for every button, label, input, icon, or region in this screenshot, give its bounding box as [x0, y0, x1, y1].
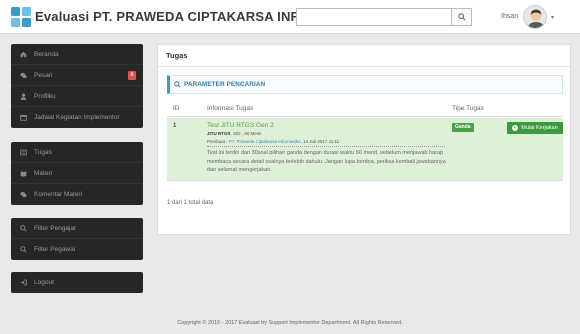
sidebar-item-label: Profilku	[34, 92, 56, 100]
page-title: Tugas	[158, 45, 570, 67]
sidebar-item-label: Jadwal Kegiatan Implementor	[34, 114, 120, 121]
task-icon	[18, 149, 28, 156]
divider	[207, 146, 445, 147]
sidebar-item-label: Logout	[34, 279, 54, 286]
sidebar-item-profilku[interactable]: Profilku	[11, 86, 143, 107]
search-icon	[18, 224, 28, 232]
sidebar-menu-main: Beranda Pesan 6 Profilku Jadwal Kegiatan…	[11, 44, 143, 128]
column-header-id: ID	[173, 105, 180, 112]
sidebar-item-label: Tugas	[34, 148, 52, 156]
sidebar-item-label: Komentar Materi	[34, 191, 83, 198]
user-icon	[18, 92, 28, 100]
search-parameter-label: PARAMETER PENCARIAN	[184, 81, 266, 88]
search-button[interactable]	[451, 9, 471, 25]
chevron-down-icon[interactable]: ▾	[551, 14, 554, 21]
table-row: 1 Test JITU RTGS Gen 2 JITU RTGS, S/D , …	[167, 118, 563, 181]
search-input[interactable]	[297, 9, 451, 25]
top-header: Evaluasi PT. PRAWEDA CIPTAKARSA INFORMAT…	[0, 0, 580, 34]
play-circle-icon	[512, 125, 519, 131]
sidebar-item-logout[interactable]: Logout	[11, 272, 143, 293]
creator-date: , 14 Juli 2017 11:11	[300, 139, 340, 144]
header-search	[296, 8, 472, 26]
sidebar-item-label: Pesan	[34, 71, 53, 79]
start-task-label: Mulai Kerjakan	[521, 125, 558, 131]
search-icon	[174, 81, 181, 88]
task-duration: , S/D , 60 Menit	[230, 131, 262, 136]
calendar-icon	[18, 114, 28, 121]
search-icon	[457, 13, 466, 21]
unread-badge: 6	[128, 71, 136, 80]
task-title-link[interactable]: Test JITU RTGS Gen 2	[207, 122, 274, 129]
search-parameter-toggle[interactable]: PARAMETER PENCARIAN	[167, 75, 563, 94]
avatar-icon	[527, 9, 545, 28]
sidebar-item-beranda[interactable]: Beranda	[11, 44, 143, 65]
sidebar-item-komentar-materi[interactable]: Komentar Materi	[11, 184, 143, 205]
header-divider	[167, 116, 563, 117]
sidebar-menu-filters: Filter Pengajar Filter Pegawai	[11, 218, 143, 260]
sidebar-item-label: Filter Pegawai	[34, 246, 76, 253]
logout-icon	[18, 279, 28, 286]
sidebar-menu-content: Tugas Materi Komentar Materi	[11, 142, 143, 205]
column-header-info: Informasi Tugas	[207, 105, 254, 112]
sidebar-item-filter-pegawai[interactable]: Filter Pegawai	[11, 239, 143, 260]
sidebar-item-label: Materi	[34, 169, 53, 177]
user-name[interactable]: Ihsan	[501, 13, 518, 20]
sidebar-item-materi[interactable]: Materi	[11, 163, 143, 184]
message-icon	[18, 72, 28, 79]
search-icon	[18, 246, 28, 253]
task-panel: Tugas PARAMETER PENCARIAN ID Informasi T…	[157, 44, 571, 235]
task-creator: Pembuat : PT. Praweda Ciptakarsa Informa…	[207, 139, 339, 144]
sidebar-menu-session: Logout	[11, 272, 143, 293]
sidebar-item-filter-pengajar[interactable]: Filter Pengajar	[11, 218, 143, 239]
task-description: Test ini terdiri dari 30soal pilihan gan…	[207, 150, 446, 174]
pagination-summary: 1 dari 1 total data	[167, 200, 214, 206]
sidebar-item-tugas[interactable]: Tugas	[11, 142, 143, 163]
book-icon	[18, 170, 28, 177]
sidebar-item-label: Beranda	[34, 50, 59, 58]
app-logo-icon	[11, 7, 31, 27]
user-avatar[interactable]	[523, 5, 547, 29]
footer-copyright: Copyright © 2016 - 2017 Evaluasi by Supp…	[177, 320, 403, 326]
task-meta: JITU RTGS, S/D , 60 Menit	[207, 131, 262, 136]
task-id: 1	[173, 123, 177, 129]
creator-link[interactable]: PT. Praweda Ciptakarsa Informatika	[229, 139, 301, 144]
task-code: JITU RTGS	[207, 131, 231, 136]
sidebar-item-jadwal[interactable]: Jadwal Kegiatan Implementor	[11, 107, 143, 128]
column-header-type: Tipe Tugas	[452, 105, 484, 112]
task-type-badge: Ganda	[452, 123, 474, 132]
sidebar-item-pesan[interactable]: Pesan 6	[11, 65, 143, 86]
creator-label: Pembuat :	[207, 139, 229, 144]
comment-icon	[18, 191, 28, 198]
sidebar-item-label: Filter Pengajar	[34, 224, 77, 232]
start-task-button[interactable]: Mulai Kerjakan	[507, 122, 563, 134]
home-icon	[18, 51, 28, 58]
